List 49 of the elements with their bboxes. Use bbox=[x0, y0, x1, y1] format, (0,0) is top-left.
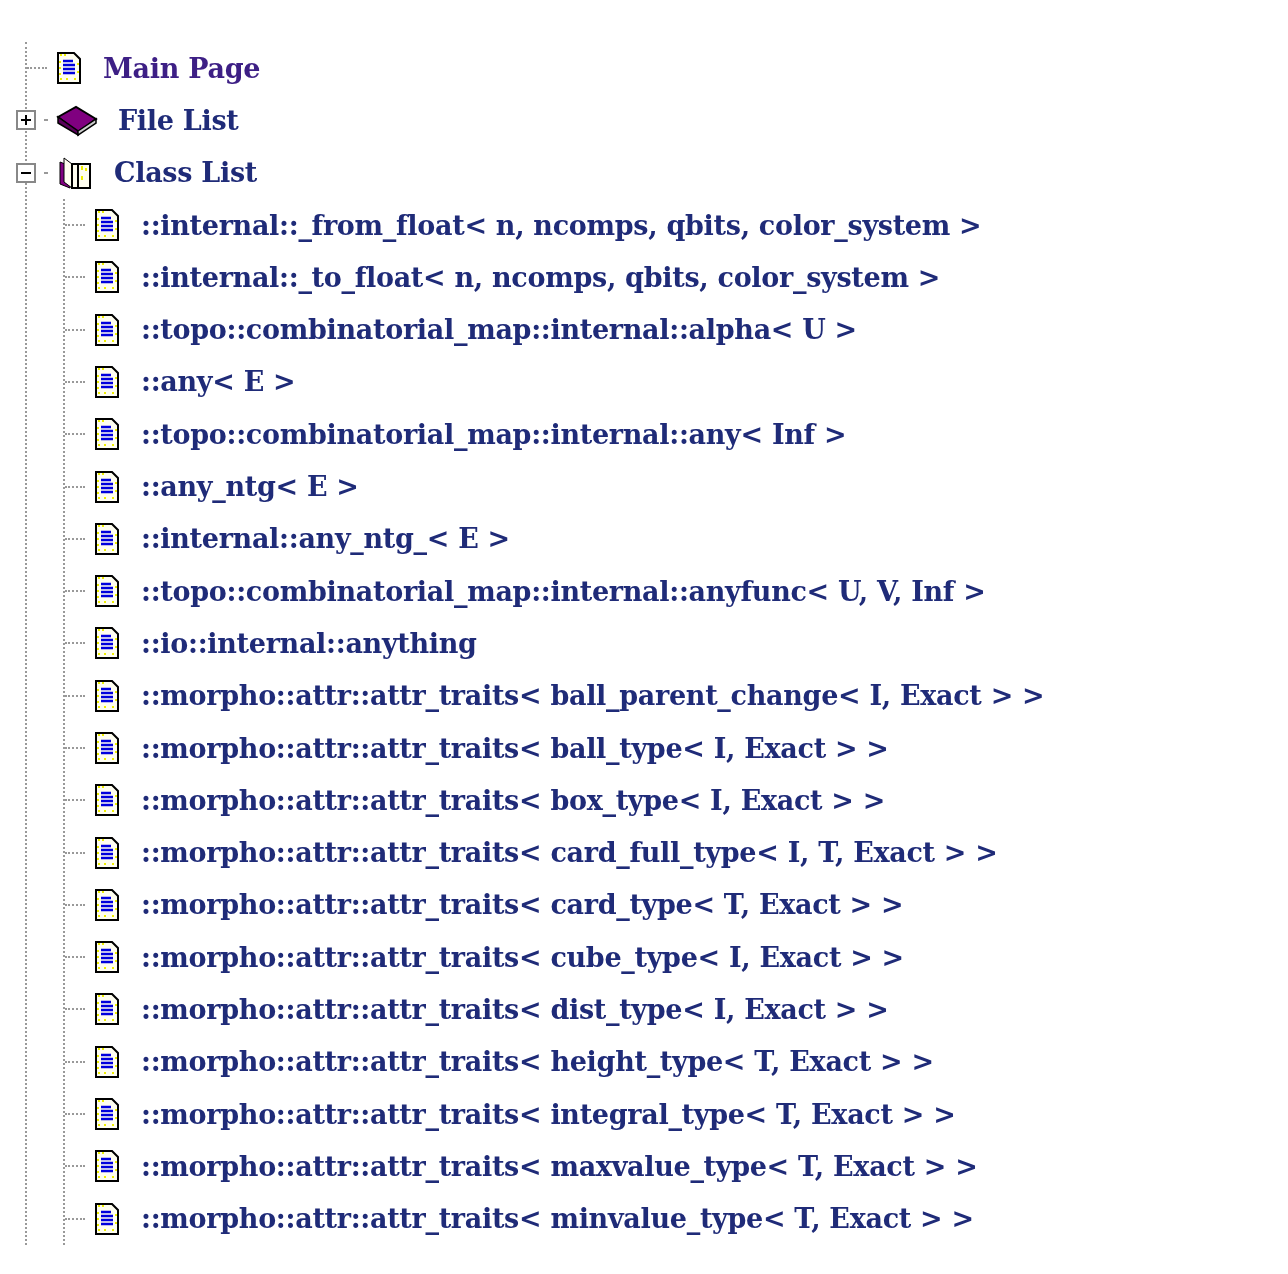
document-icon bbox=[93, 417, 121, 452]
tree-link[interactable]: ::morpho::attr::attr_traits< cube_type< I, Exact > > bbox=[141, 941, 904, 973]
document-icon bbox=[93, 835, 121, 870]
tree-link[interactable]: ::internal::_to_float< n, ncomps, qbits, color_system > bbox=[141, 261, 941, 293]
document-icon bbox=[93, 312, 121, 347]
tree-link[interactable]: ::morpho::attr::attr_traits< ball_parent_change< I, Exact > > bbox=[141, 680, 1045, 712]
tree-link[interactable]: ::morpho::attr::attr_traits< card_full_type< I, T, Exact > > bbox=[141, 837, 998, 869]
document-icon bbox=[93, 1201, 121, 1236]
document-icon bbox=[93, 626, 121, 661]
tree-link[interactable]: ::topo::combinatorial_map::internal::any< Inf > bbox=[141, 418, 847, 450]
document-icon bbox=[93, 992, 121, 1027]
book-icon bbox=[56, 103, 98, 138]
document-icon bbox=[93, 521, 121, 556]
document-icon bbox=[93, 208, 121, 243]
tree-link[interactable]: ::topo::combinatorial_map::internal::anyfunc< U, V, Inf > bbox=[141, 575, 986, 607]
tree-link[interactable]: ::morpho::attr::attr_traits< ball_type< I, Exact > > bbox=[141, 732, 889, 764]
document-icon bbox=[93, 1149, 121, 1184]
tree-link[interactable]: ::any< E > bbox=[141, 366, 296, 398]
document-icon bbox=[93, 731, 121, 765]
plus-icon bbox=[20, 114, 32, 127]
document-icon bbox=[93, 364, 121, 399]
document-icon bbox=[93, 1097, 121, 1132]
tree-link[interactable]: ::morpho::attr::attr_traits< integral_type< T, Exact > > bbox=[141, 1098, 956, 1130]
tree-link[interactable]: ::internal::_from_float< n, ncomps, qbits, color_system > bbox=[141, 209, 982, 241]
tree-link[interactable]: ::internal::any_ntg_< E > bbox=[141, 523, 510, 555]
document-icon bbox=[93, 783, 121, 818]
tree-link[interactable]: ::morpho::attr::attr_traits< dist_type< I, Exact > > bbox=[141, 994, 889, 1025]
expand-toggle[interactable] bbox=[16, 110, 36, 131]
expand-toggle[interactable] bbox=[16, 162, 36, 183]
tree-link[interactable]: ::morpho::attr::attr_traits< card_type< T, Exact > > bbox=[141, 889, 904, 921]
document-icon bbox=[93, 260, 121, 295]
tree-link[interactable]: Main Page bbox=[103, 52, 261, 84]
document-icon bbox=[55, 51, 83, 86]
document-icon bbox=[93, 1044, 121, 1079]
tree-link[interactable]: ::any_ntg< E > bbox=[141, 471, 359, 502]
tree-link[interactable]: Class List bbox=[114, 157, 257, 189]
tree-link[interactable]: ::morpho::attr::attr_traits< maxvalue_type< T, Exact > > bbox=[141, 1150, 978, 1182]
tree-link[interactable]: ::morpho::attr::attr_traits< box_type< I, Exact > > bbox=[141, 784, 886, 816]
tree-link[interactable]: File List bbox=[118, 104, 239, 136]
document-icon bbox=[93, 678, 121, 713]
document-icon bbox=[93, 469, 121, 504]
tree-link[interactable]: ::topo::combinatorial_map::internal::alpha< U > bbox=[141, 314, 857, 346]
tree-link[interactable]: ::morpho::attr::attr_traits< minvalue_type< T, Exact > > bbox=[141, 1203, 974, 1235]
tree-link[interactable]: ::morpho::attr::attr_traits< height_type< T, Exact > > bbox=[141, 1046, 934, 1078]
document-icon bbox=[93, 574, 121, 609]
document-icon bbox=[93, 887, 121, 922]
tree-link[interactable]: ::io::internal::anything bbox=[141, 627, 477, 659]
document-icon bbox=[93, 940, 121, 975]
open-book-icon bbox=[56, 155, 94, 190]
